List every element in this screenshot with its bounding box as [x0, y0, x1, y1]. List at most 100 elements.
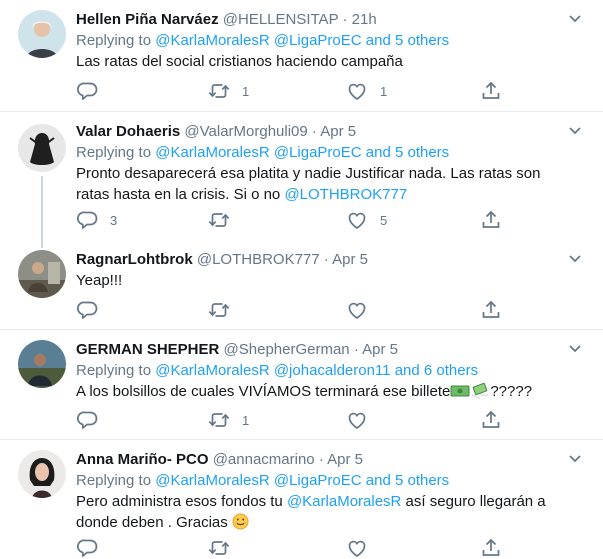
retweet-button[interactable]: 1 — [208, 80, 249, 102]
separator: · — [353, 341, 359, 358]
timestamp[interactable]: Apr 5 — [362, 341, 398, 358]
mention-link[interactable]: @KarlaMoralesR — [155, 472, 269, 489]
like-button[interactable]: 5 — [346, 209, 387, 231]
user-handle[interactable]: @LOTHBROK777 — [197, 251, 320, 268]
retweet-button[interactable]: 1 — [208, 409, 249, 431]
retweet-icon — [208, 84, 230, 98]
tweet-header: Anna Mariño- PCO @annacmarino · Apr 5 — [76, 449, 563, 470]
tweet-text: Pero administra esos fondos tu @KarlaMor… — [76, 491, 563, 536]
timestamp[interactable]: Apr 5 — [327, 451, 363, 468]
tweet[interactable]: Valar Dohaeris @ValarMorghuli09 · Apr 5 … — [0, 112, 603, 240]
retweet-button[interactable] — [208, 537, 230, 559]
tweet-actions — [76, 537, 506, 559]
tweet[interactable]: GERMAN SHEPHER @ShepherGerman · Apr 5 Re… — [0, 330, 603, 440]
reply-count: 3 — [110, 212, 118, 228]
share-button[interactable] — [480, 409, 502, 431]
tweet-text: A los bolsillos de cuales VIVÍAMOS termi… — [76, 381, 563, 405]
chevron-down-icon[interactable] — [567, 250, 583, 266]
tweet-text: Las ratas del social cristianos haciendo… — [76, 53, 403, 70]
like-icon — [348, 83, 366, 100]
display-name[interactable]: RagnarLohtbrok — [76, 251, 193, 268]
chevron-down-icon[interactable] — [567, 450, 583, 466]
mention-link[interactable]: @LOTHBROK777 — [284, 186, 407, 203]
reply-button[interactable]: 3 — [76, 209, 117, 231]
reply-icon — [77, 539, 98, 557]
mention-link[interactable]: @johacalderon11 — [274, 362, 391, 379]
like-icon — [348, 212, 366, 229]
mention-link[interactable]: @KarlaMoralesR — [155, 32, 269, 49]
mention-link[interactable]: @KarlaMoralesR — [155, 362, 269, 379]
display-name[interactable]: Anna Mariño- PCO — [76, 451, 209, 468]
reply-button[interactable] — [76, 80, 110, 102]
tweet[interactable]: Hellen Piña Narváez @HELLENSITAP · 21h R… — [0, 0, 603, 112]
reply-icon — [77, 82, 98, 100]
share-button[interactable] — [480, 537, 502, 559]
timestamp[interactable]: Apr 5 — [332, 251, 368, 268]
others-link[interactable]: and 5 others — [366, 472, 449, 489]
like-icon — [348, 302, 366, 319]
chevron-down-icon[interactable] — [567, 340, 583, 356]
replying-to-label: Replying to — [76, 362, 152, 379]
tweet-text-body: Pero administra esos fondos tu — [76, 493, 283, 510]
mention-link[interactable]: @LigaProEC — [274, 32, 362, 49]
others-link[interactable]: and 6 others — [395, 362, 478, 379]
tweet-text-body: A los bolsillos de cuales VIVÍAMOS termi… — [76, 383, 451, 400]
tweet-text: Yeap!!! — [76, 272, 123, 289]
retweet-count: 1 — [242, 412, 250, 428]
retweet-icon — [208, 413, 230, 427]
like-button[interactable] — [346, 537, 368, 559]
like-button[interactable]: 1 — [346, 80, 387, 102]
display-name[interactable]: Hellen Piña Narváez — [76, 11, 219, 28]
replying-to-label: Replying to — [76, 144, 152, 161]
timestamp[interactable]: Apr 5 — [320, 123, 356, 140]
share-button[interactable] — [480, 299, 502, 321]
retweet-icon — [208, 213, 230, 227]
replying-to-label: Replying to — [76, 32, 152, 49]
user-handle[interactable]: @HELLENSITAP — [223, 11, 339, 28]
user-handle[interactable]: @annacmarino — [213, 451, 315, 468]
mention-link[interactable]: @KarlaMoralesR — [287, 493, 401, 510]
timestamp[interactable]: 21h — [352, 11, 377, 28]
user-handle[interactable]: @ShepherGerman — [224, 341, 350, 358]
reply-button[interactable] — [76, 299, 98, 321]
reply-icon — [77, 301, 98, 319]
reply-button[interactable] — [76, 409, 110, 431]
others-link[interactable]: and 5 others — [366, 32, 449, 49]
like-icon — [348, 540, 366, 557]
display-name[interactable]: Valar Dohaeris — [76, 123, 180, 140]
tweet[interactable]: Anna Mariño- PCO @annacmarino · Apr 5 Re… — [0, 440, 603, 557]
mention-link[interactable]: @LigaProEC — [274, 472, 362, 489]
chevron-down-icon[interactable] — [567, 122, 583, 138]
avatar[interactable] — [18, 450, 66, 498]
smiling-face-emoji — [232, 513, 249, 536]
others-link[interactable]: and 5 others — [366, 144, 449, 161]
reply-icon — [77, 211, 98, 229]
tweet-text: Pronto desaparecerá esa platita y nadie … — [76, 163, 563, 205]
retweet-button[interactable] — [208, 299, 230, 321]
thread-line — [41, 176, 43, 240]
reply-icon — [77, 411, 98, 429]
retweet-button[interactable] — [208, 209, 242, 231]
share-button[interactable] — [480, 80, 502, 102]
replying-to: Replying to @KarlaMoralesR @LigaProEC an… — [76, 470, 563, 491]
mention-link[interactable]: @KarlaMoralesR — [155, 144, 269, 161]
display-name[interactable]: GERMAN SHEPHER — [76, 341, 219, 358]
avatar[interactable] — [18, 124, 66, 172]
avatar[interactable] — [18, 340, 66, 388]
flying-money-emoji — [470, 382, 490, 405]
like-count: 5 — [380, 212, 388, 228]
tweet-header: RagnarLohtbrok @LOTHBROK777 · Apr 5 — [76, 249, 563, 270]
tweet[interactable]: RagnarLohtbrok @LOTHBROK777 · Apr 5 Yeap… — [0, 240, 603, 330]
retweet-icon — [208, 303, 230, 317]
mention-link[interactable]: @LigaProEC — [274, 144, 362, 161]
share-icon — [482, 411, 500, 428]
like-button[interactable] — [346, 299, 368, 321]
chevron-down-icon[interactable] — [567, 10, 583, 26]
user-handle[interactable]: @ValarMorghuli09 — [184, 123, 307, 140]
avatar[interactable] — [18, 10, 66, 58]
separator: · — [323, 251, 329, 268]
like-button[interactable] — [346, 409, 380, 431]
reply-button[interactable] — [76, 537, 98, 559]
avatar[interactable] — [18, 250, 66, 298]
share-button[interactable] — [480, 209, 502, 231]
